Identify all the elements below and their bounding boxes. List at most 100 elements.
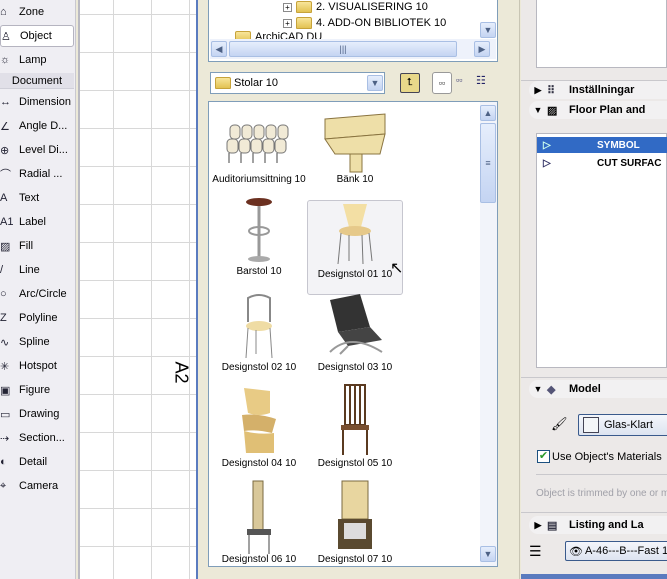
tool-text[interactable]: A Text xyxy=(0,187,74,209)
tool-section[interactable]: ⇢ Section... xyxy=(0,427,74,449)
tool-zone[interactable]: ⌂ Zone xyxy=(0,1,74,23)
tool-radial[interactable]: ⌒ Radial ... xyxy=(0,163,74,185)
radial-dimension-icon: ⌒ xyxy=(0,169,11,181)
tool-polyline[interactable]: Z Polyline xyxy=(0,307,74,329)
layer-select[interactable]: 👁 A-46---B---Fast 1 xyxy=(565,541,667,561)
layers-icon: ☰ xyxy=(529,543,542,559)
collapse-triangle-icon[interactable]: ▼ xyxy=(529,384,547,394)
hotspot-icon: ✳ xyxy=(0,360,10,373)
expand-icon[interactable]: + xyxy=(283,18,292,28)
object-icon: ♙ xyxy=(1,30,11,43)
chair01-thumbnail xyxy=(308,201,402,269)
tool-lamp[interactable]: ☼ Lamp xyxy=(0,49,74,71)
floorplan-row[interactable]: ▷ SYMBOL xyxy=(537,137,667,153)
expand-triangle-icon[interactable]: ▶ xyxy=(529,85,547,96)
camera-icon: ⌖ xyxy=(0,479,7,492)
expand-triangle-icon[interactable]: ▶ xyxy=(529,520,547,531)
library-item[interactable]: Designstol 03 10 xyxy=(307,294,403,389)
tool-fill[interactable]: ▨ Fill xyxy=(0,235,74,257)
horizontal-scrollbar[interactable]: ◀ ||| ▶ xyxy=(210,39,496,59)
expand-icon[interactable]: + xyxy=(283,2,292,12)
scroll-up-button[interactable]: ▲ xyxy=(480,105,496,121)
small-icons-view-button[interactable]: ▫▫ xyxy=(456,75,462,85)
folder-icon xyxy=(235,31,251,39)
checkmark-icon[interactable]: ✔ xyxy=(537,450,550,463)
library-item[interactable]: Barstol 10 xyxy=(211,198,307,293)
scroll-left-button[interactable]: ◀ xyxy=(211,41,227,57)
folder-select[interactable]: Stolar 10 ▼ xyxy=(210,72,385,94)
drawing-canvas[interactable] xyxy=(78,0,198,579)
tree-item[interactable]: +4. ADD-ON BIBLIOTEK 10 xyxy=(283,17,446,29)
material-select[interactable]: Glas-Klart xyxy=(578,414,667,436)
large-icons-view-button[interactable]: ▫▫ xyxy=(432,72,452,94)
bench-thumbnail xyxy=(307,106,403,174)
library-browser: +2. VISUALISERING 10 +4. ADD-ON BIBLIOTE… xyxy=(200,0,520,579)
object-grid[interactable]: ▲ ≡ ▼ Auditoriumsittning 10 Bänk 10 Barsto… xyxy=(208,101,498,567)
panel-header-floorplan[interactable]: ▼ ▨ Floor Plan and xyxy=(529,101,667,119)
text-icon: A xyxy=(0,192,8,204)
scroll-down-button[interactable]: ▼ xyxy=(480,22,496,38)
scroll-right-button[interactable]: ▶ xyxy=(474,41,490,57)
panel-header-listing[interactable]: ▶ ▤ Listing and La xyxy=(529,516,667,534)
zone-icon: ⌂ xyxy=(0,6,7,18)
scrollbar-thumb[interactable]: ≡ xyxy=(480,123,496,203)
library-item[interactable]: Designstol 02 10 xyxy=(211,294,307,389)
dropdown-chevron-icon[interactable]: ▼ xyxy=(367,75,383,91)
tool-arc-circle[interactable]: ○ Arc/Circle xyxy=(0,283,74,305)
library-item[interactable]: Bänk 10 xyxy=(307,106,403,201)
parameters-icon: ⠿ xyxy=(547,84,556,97)
listing-icon: ▤ xyxy=(547,519,558,532)
library-item[interactable]: Designstol 05 10 xyxy=(307,384,403,485)
tool-angle-d[interactable]: ∠ Angle D... xyxy=(0,115,74,137)
panel-header-model[interactable]: ▼ ◆ Model xyxy=(529,380,667,398)
tool-level-di[interactable]: ⊕ Level Di... xyxy=(0,139,74,161)
floorplan-row[interactable]: ▷ CUT SURFAC xyxy=(537,155,667,171)
auditorium-thumbnail xyxy=(211,106,307,174)
tool-label[interactable]: A1 Label xyxy=(0,211,74,233)
vertical-scrollbar[interactable]: ▲ ≡ ▼ xyxy=(480,102,497,566)
library-item[interactable]: Designstol 04 10 xyxy=(211,388,307,485)
library-item[interactable]: Designstol 01 10 xyxy=(307,200,403,295)
chair04-thumbnail xyxy=(211,388,307,458)
tool-dimension[interactable]: ↔ Dimension xyxy=(0,91,74,113)
level-dimension-icon: ⊕ xyxy=(0,144,10,157)
toolbox: ⌂ Zone ♙ Object ☼ Lamp Document ↔ Dimension ∠ An… xyxy=(0,0,76,579)
collapse-triangle-icon[interactable]: ▼ xyxy=(529,105,547,115)
tool-detail[interactable]: ◐ Detail xyxy=(0,451,74,473)
chair07-thumbnail xyxy=(307,480,403,554)
library-item[interactable]: Designstol 06 10 xyxy=(211,480,307,566)
scrollbar-thumb[interactable]: ||| xyxy=(229,41,457,57)
library-item[interactable]: Designstol 07 10 xyxy=(307,480,403,566)
polyline-icon: Z xyxy=(0,312,7,324)
chair02-thumbnail xyxy=(211,294,307,362)
tool-figure[interactable]: ▣ Figure xyxy=(0,379,74,401)
toolbox-section-document[interactable]: Document xyxy=(0,73,74,89)
folder-tree[interactable]: +2. VISUALISERING 10 +4. ADD-ON BIBLIOTE… xyxy=(208,0,498,62)
tool-hotspot[interactable]: ✳ Hotspot xyxy=(0,355,74,377)
use-object-materials-checkbox[interactable]: ✔ Use Object's Materials xyxy=(537,450,662,463)
scroll-down-button[interactable]: ▼ xyxy=(480,546,496,562)
list-view-button[interactable]: ☷ xyxy=(476,74,486,87)
paintbrush-icon: 🖌 xyxy=(551,416,568,431)
barstool-thumbnail xyxy=(211,198,307,266)
expand-triangle-icon[interactable]: ▷ xyxy=(537,140,561,151)
section-icon: ⇢ xyxy=(0,432,10,445)
library-item[interactable]: Auditoriumsittning 10 xyxy=(211,106,307,201)
drawing-icon: ▭ xyxy=(0,408,11,421)
figure-icon: ▣ xyxy=(0,384,11,397)
folder-up-button[interactable]: ⮤ xyxy=(400,73,420,93)
detail-icon: ◐ xyxy=(0,456,7,468)
model-cube-icon: ◆ xyxy=(547,383,556,396)
arc-circle-icon: ○ xyxy=(0,288,7,300)
tool-object[interactable]: ♙ Object xyxy=(0,25,74,47)
tool-line[interactable]: / Line xyxy=(0,259,74,281)
folder-icon xyxy=(296,1,312,13)
expand-triangle-icon[interactable]: ▷ xyxy=(537,158,561,169)
tool-camera[interactable]: ⌖ Camera xyxy=(0,475,74,497)
tree-item[interactable]: ArchiCAD DU xyxy=(235,31,322,39)
tool-spline[interactable]: ∿ Spline xyxy=(0,331,74,353)
panel-header-installningar[interactable]: ▶ ⠿ Inställningar xyxy=(529,81,667,99)
tool-drawing[interactable]: ▭ Drawing xyxy=(0,403,74,425)
canvas-border xyxy=(196,0,198,579)
tree-item[interactable]: +2. VISUALISERING 10 xyxy=(283,1,428,13)
